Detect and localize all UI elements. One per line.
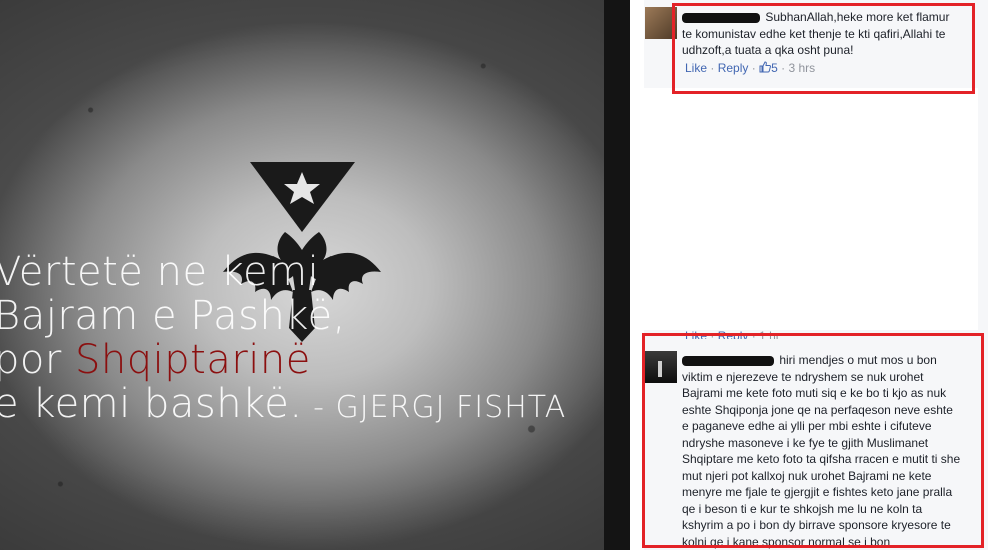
redaction-mark — [682, 355, 774, 366]
dot-separator: · — [710, 61, 715, 75]
comment-body: SubhanAllah,heke more ket flamur te komu… — [682, 9, 962, 59]
comments-panel[interactable]: SubhanAllah,heke more ket flamur te komu… — [644, 0, 988, 550]
comment-time[interactable]: 3 hrs — [788, 61, 815, 75]
quote-text: Vërtetë ne kemi Bajram e Pashkë, por Shq… — [0, 250, 604, 430]
quote-word-por: por — [0, 337, 76, 383]
empty-region — [644, 88, 978, 330]
quote-line-2: Bajram e Pashkë, — [0, 293, 346, 339]
comment-author[interactable] — [682, 10, 762, 24]
dot-separator: · — [781, 61, 786, 75]
like-count-value: 5 — [771, 61, 778, 75]
comment-actions: Like · Reply · 5 · 3 hrs — [685, 61, 815, 75]
comment-time[interactable]: 1 hr — [759, 329, 780, 339]
avatar[interactable] — [645, 7, 677, 39]
reply-link[interactable]: Reply — [718, 329, 749, 339]
dot-separator: · — [710, 329, 715, 339]
like-link[interactable]: Like — [685, 329, 707, 339]
like-count[interactable]: 5 — [759, 61, 781, 75]
quote-word-shqiptarine: Shqiptarinë — [75, 337, 311, 383]
like-link[interactable]: Like — [685, 61, 707, 75]
quote-author: - GJERGJ FISHTA — [302, 390, 567, 425]
viewer-divider — [604, 0, 630, 550]
quote-line-4-text: e kemi bashkë. — [0, 381, 303, 427]
dot-separator: · — [751, 329, 756, 339]
shared-image[interactable]: Vërtetë ne kemi Bajram e Pashkë, por Shq… — [0, 0, 604, 550]
redaction-mark — [682, 12, 760, 23]
quote-line-4: e kemi bashkë. - GJERGJ FISHTA — [0, 382, 604, 430]
comment-text: hiri mendjes o mut mos u bon viktim e nj… — [682, 353, 961, 549]
quote-line-1: Vërtetë ne kemi — [0, 249, 320, 295]
reply-link[interactable]: Reply — [718, 61, 749, 75]
dot-separator: · — [751, 61, 756, 75]
gutter — [630, 0, 644, 550]
comment-body: hiri mendjes o mut mos u bon viktim e nj… — [682, 352, 962, 550]
avatar[interactable] — [645, 351, 677, 383]
partial-comment-actions: Like · Reply · 1 hr — [685, 329, 780, 339]
comment-author[interactable] — [682, 353, 776, 367]
quote-line-3: por Shqiptarinë — [0, 338, 604, 382]
thumbs-up-icon — [759, 61, 772, 73]
